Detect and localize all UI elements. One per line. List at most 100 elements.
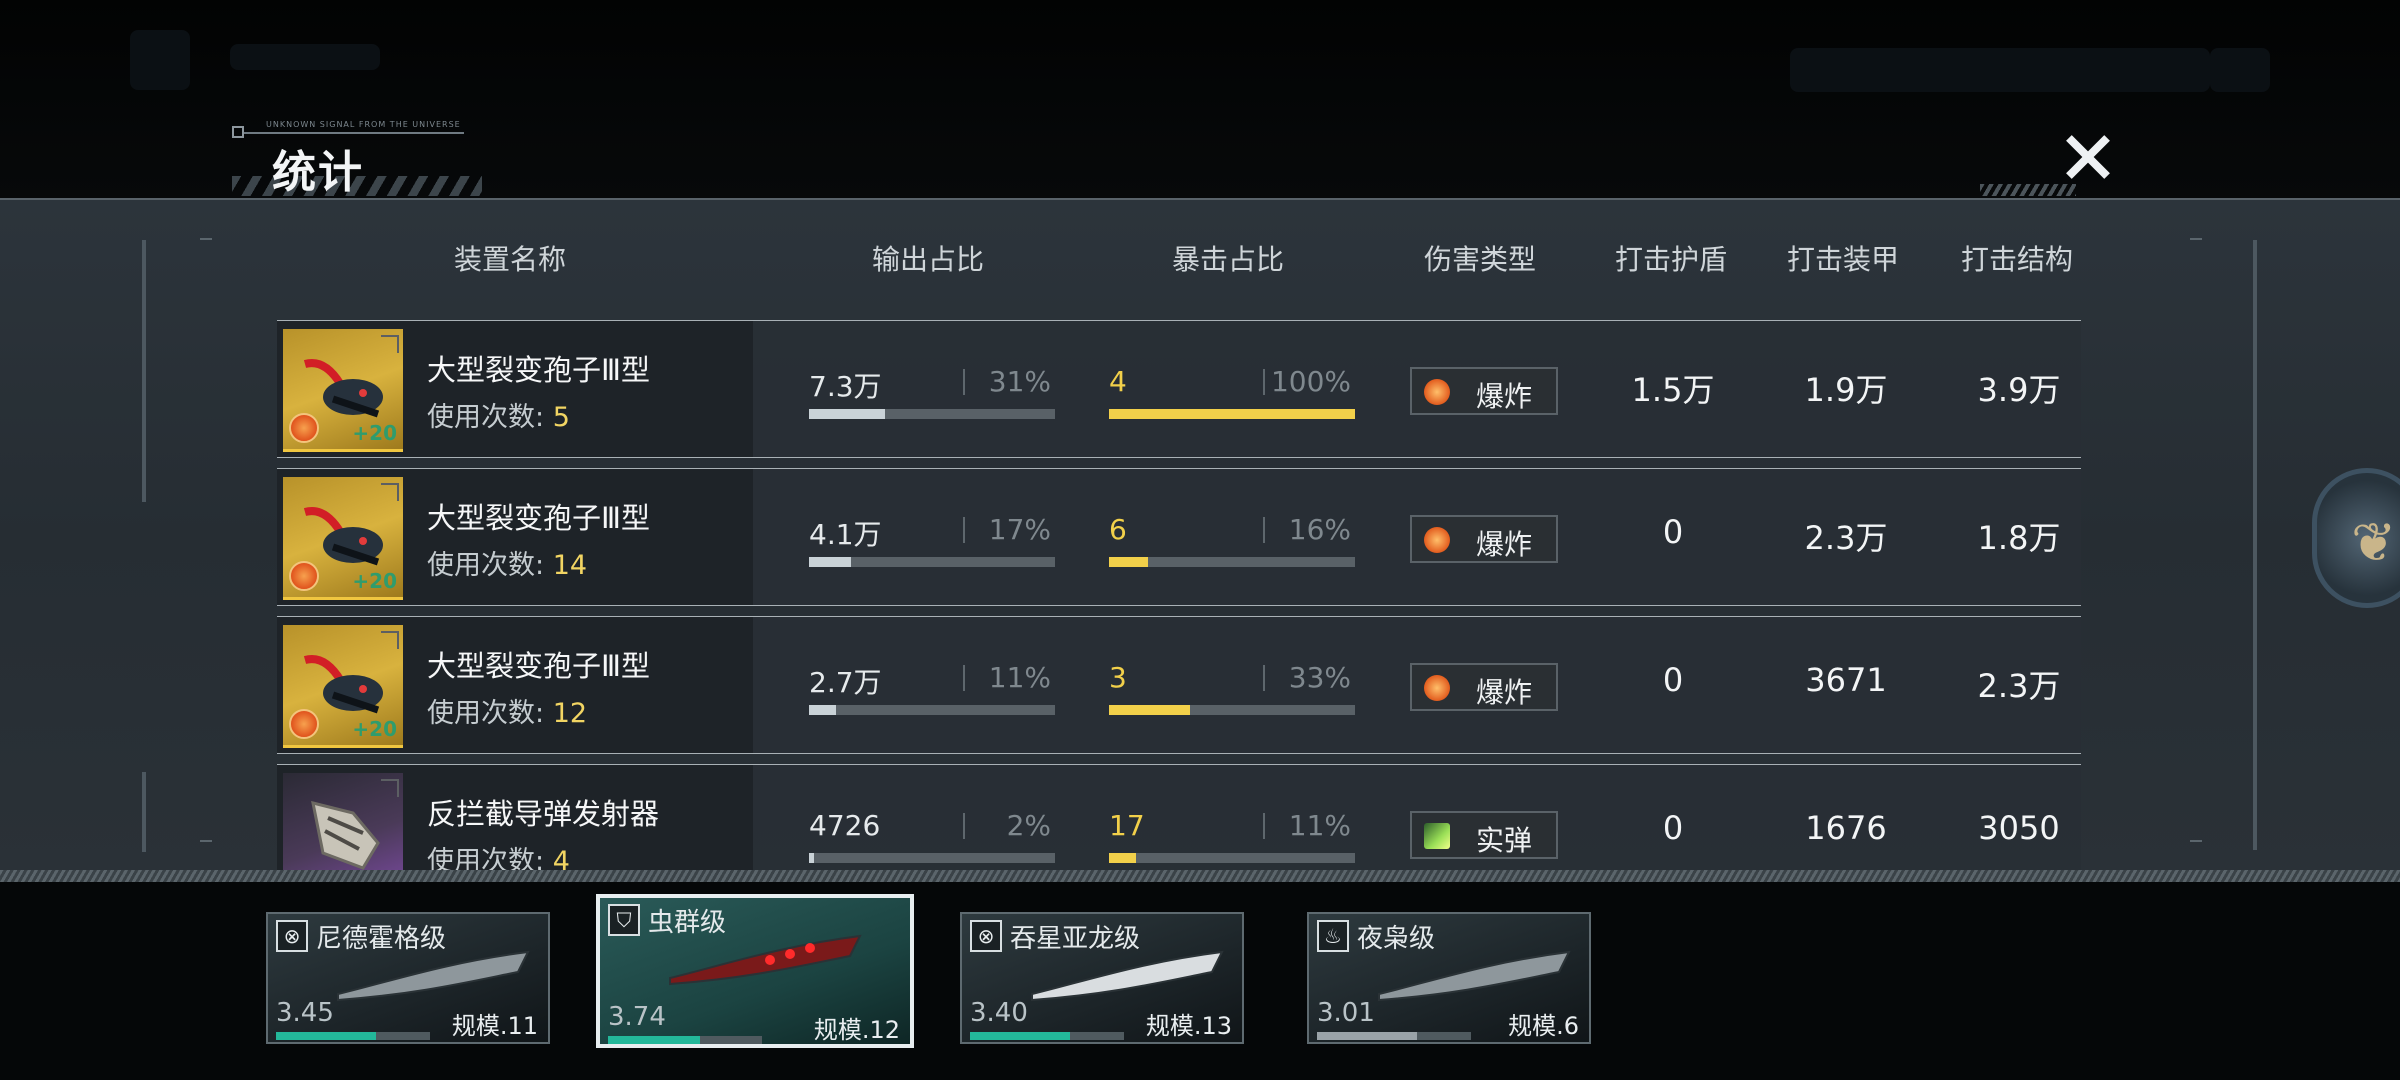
col-header-hit-armor: 打击装甲 xyxy=(1786,243,1899,276)
damage-type-label: 爆炸 xyxy=(1476,528,1533,561)
crosshair-icon: ⊗ xyxy=(276,920,308,952)
damage-type-label: 爆炸 xyxy=(1476,676,1533,709)
usage-value: 5 xyxy=(552,402,570,433)
level-badge: +20 xyxy=(352,569,397,593)
ship-art xyxy=(337,950,530,1002)
damage-type-badge: 爆炸 xyxy=(1410,367,1558,415)
hit-shield-value: 0 xyxy=(1662,809,1684,847)
close-hatch xyxy=(1980,184,2076,196)
output-bar-fill xyxy=(809,705,836,715)
output-bar xyxy=(809,853,1055,863)
power-bar xyxy=(276,1032,430,1040)
explosion-icon xyxy=(1424,527,1450,553)
col-header-damage-type: 伤害类型 xyxy=(1423,243,1536,276)
ship-card[interactable]: ⛉ 虫群级 3.74 规模.12 xyxy=(596,894,914,1048)
hit-structure-value: 1.8万 xyxy=(1977,519,2061,557)
table-row[interactable]: +20 大型裂变孢子Ⅲ型 使用次数: 14 4.1万 17% 6 16% 爆炸 … xyxy=(277,468,2081,606)
hit-shield-value: 1.5万 xyxy=(1631,371,1715,409)
output-bar xyxy=(809,409,1055,419)
spore-weapon-icon[interactable]: +20 xyxy=(283,329,403,452)
crit-value: 6 xyxy=(1109,513,1127,546)
corner-bracket-icon xyxy=(381,779,399,797)
hit-armor-value: 1.9万 xyxy=(1804,371,1888,409)
hit-armor-value: 1676 xyxy=(1805,809,1887,847)
crit-percent: 16% xyxy=(1288,513,1351,546)
crit-bar-fill xyxy=(1109,705,1190,715)
level-badge: +20 xyxy=(352,717,397,741)
flame-icon: ♨ xyxy=(1317,920,1349,952)
output-percent: 31% xyxy=(988,365,1051,398)
ship-card[interactable]: ⊗ 吞星亚龙级 3.40 规模.13 xyxy=(960,912,1244,1044)
panel-divider xyxy=(0,870,2400,882)
output-bar xyxy=(809,705,1055,715)
ship-card[interactable]: ⊗ 尼德霍格级 3.45 规模.11 xyxy=(266,912,550,1044)
table-row[interactable]: +20 大型裂变孢子Ⅲ型 使用次数: 5 7.3万 31% 4 100% 爆炸 … xyxy=(277,320,2081,458)
crit-bar xyxy=(1109,409,1355,419)
hit-structure-value: 3.9万 xyxy=(1977,371,2061,409)
page-title: 统计 xyxy=(272,147,364,198)
output-value: 2.7万 xyxy=(809,666,882,699)
title-marker-icon xyxy=(232,126,244,138)
close-button[interactable] xyxy=(2062,132,2114,182)
background-icon xyxy=(2210,48,2270,92)
col-header-device-name: 装置名称 xyxy=(453,243,566,276)
power-bar-fill xyxy=(970,1032,1071,1040)
table-row[interactable]: +20 大型裂变孢子Ⅲ型 使用次数: 12 2.7万 11% 3 33% 爆炸 … xyxy=(277,616,2081,754)
missile-launcher-icon[interactable] xyxy=(283,773,403,871)
crit-bar-fill xyxy=(1109,853,1136,863)
corner-bracket-icon xyxy=(381,483,399,501)
spore-weapon-icon[interactable]: +20 xyxy=(283,625,403,748)
output-value: 4726 xyxy=(809,809,881,842)
ship-selector: ⊗ 尼德霍格级 3.45 规模.11 ⛉ 虫群级 3.74 规模.12 ⊗ 吞星… xyxy=(0,882,2400,1080)
col-header-crit-share: 暴击占比 xyxy=(1171,243,1284,276)
output-value: 4.1万 xyxy=(809,518,882,551)
hit-shield-value: 0 xyxy=(1662,513,1684,551)
kinetic-icon xyxy=(1424,823,1450,849)
table-row[interactable]: 反拦截导弹发射器 使用次数: 4 4726 2% 17 11% 实弹 0 167… xyxy=(277,764,2081,871)
damage-type-label: 实弹 xyxy=(1476,824,1533,857)
background-resource-bar xyxy=(1790,48,2210,92)
usage-count: 使用次数: 12 xyxy=(427,691,587,730)
hit-shield-value: 0 xyxy=(1662,661,1684,699)
level-badge: +20 xyxy=(352,421,397,445)
crit-bar-fill xyxy=(1109,409,1355,419)
device-name: 反拦截导弹发射器 xyxy=(427,797,660,831)
explosion-badge-icon xyxy=(289,561,319,591)
combat-power: 3.01 xyxy=(1317,998,1375,1028)
hit-armor-value: 2.3万 xyxy=(1804,519,1888,557)
side-emblem-button[interactable]: ❦ xyxy=(2312,468,2400,608)
corner-bracket-icon xyxy=(381,335,399,353)
output-bar-fill xyxy=(809,557,851,567)
usage-value: 12 xyxy=(552,698,588,729)
crit-value: 4 xyxy=(1109,365,1127,398)
spore-weapon-icon[interactable]: +20 xyxy=(283,477,403,600)
output-bar-fill xyxy=(809,853,814,863)
ship-scale: 规模.6 xyxy=(1508,1012,1579,1040)
crit-bar xyxy=(1109,705,1355,715)
combat-power: 3.40 xyxy=(970,998,1028,1028)
phoenix-icon: ❦ xyxy=(2351,511,2397,574)
hit-structure-value: 3050 xyxy=(1978,809,2060,847)
usage-count: 使用次数: 4 xyxy=(427,839,570,871)
usage-value: 4 xyxy=(552,846,570,871)
col-header-hit-shield: 打击护盾 xyxy=(1614,243,1727,276)
crosshair-icon: ⊗ xyxy=(970,920,1002,952)
col-header-hit-structure: 打击结构 xyxy=(1960,243,2073,276)
crit-percent: 11% xyxy=(1288,809,1351,842)
usage-label: 使用次数: xyxy=(427,846,545,871)
device-name: 大型裂变孢子Ⅲ型 xyxy=(427,353,650,387)
power-bar xyxy=(1317,1032,1471,1040)
hit-structure-value: 2.3万 xyxy=(1977,667,2061,705)
corner-bracket-icon xyxy=(381,631,399,649)
usage-label: 使用次数: xyxy=(427,402,545,433)
ship-scale: 规模.12 xyxy=(813,1016,900,1044)
ship-card[interactable]: ♨ 夜枭级 3.01 规模.6 xyxy=(1307,912,1591,1044)
device-name: 大型裂变孢子Ⅲ型 xyxy=(427,501,650,535)
power-bar xyxy=(608,1036,762,1044)
explosion-icon xyxy=(1424,675,1450,701)
output-percent: 17% xyxy=(988,513,1051,546)
combat-power: 3.74 xyxy=(608,1002,666,1032)
damage-type-label: 爆炸 xyxy=(1476,380,1533,413)
background-avatar xyxy=(130,30,190,90)
title-tagline: UNKNOWN SIGNAL FROM THE UNIVERSE xyxy=(266,120,461,129)
